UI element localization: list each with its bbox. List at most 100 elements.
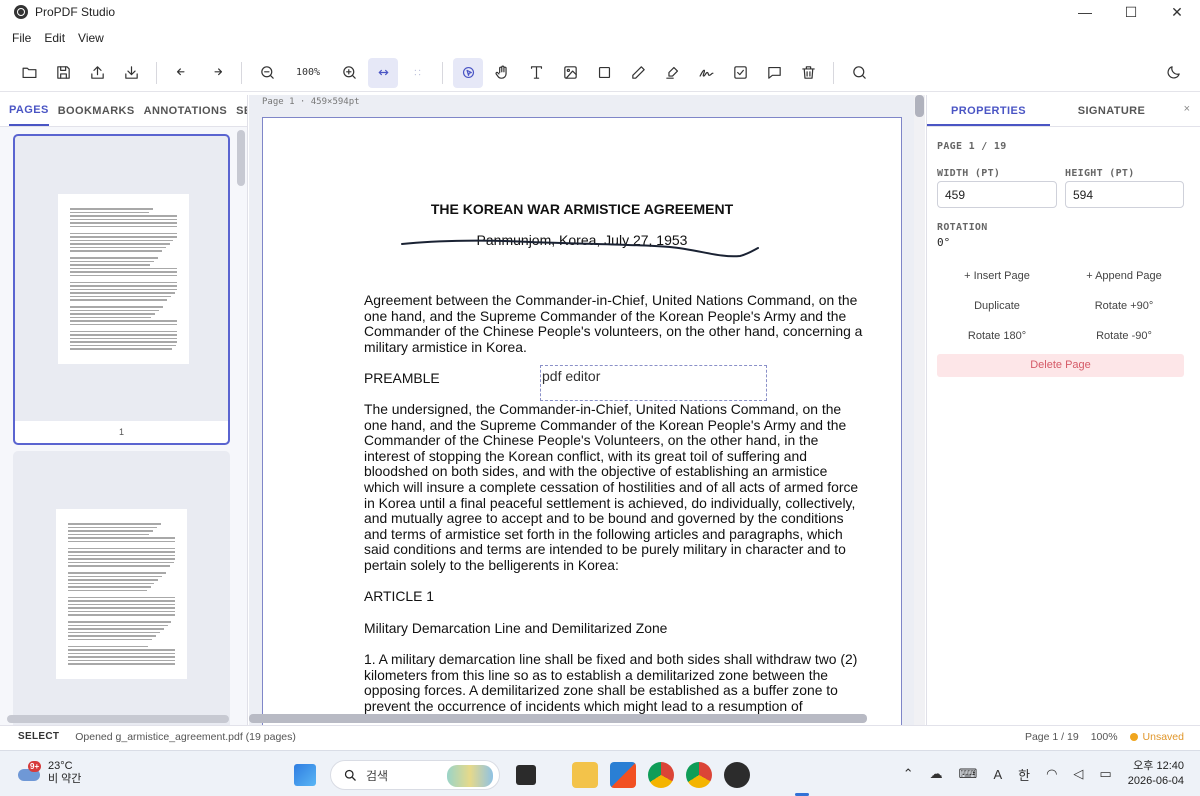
thumbnail-text-line xyxy=(70,316,152,318)
width-field[interactable]: 459 xyxy=(937,181,1057,208)
rectangle-tool-button[interactable] xyxy=(589,58,619,88)
document-horizontal-scrollbar[interactable] xyxy=(249,714,867,723)
redo-icon xyxy=(213,68,222,76)
pencil-tool-button[interactable] xyxy=(623,58,653,88)
redo-button[interactable] xyxy=(201,58,231,88)
comment-tool-button[interactable] xyxy=(759,58,789,88)
temperature: 23°C xyxy=(48,760,73,772)
delete-page-button[interactable]: Delete Page xyxy=(937,354,1184,377)
document-vertical-scrollbar[interactable] xyxy=(915,95,924,117)
highlighter-tool-button[interactable] xyxy=(657,58,687,88)
thumbnail-text-line xyxy=(70,250,162,252)
hand-icon xyxy=(494,65,507,79)
right-panel-tabs: PROPERTIES SIGNATURE × xyxy=(927,95,1200,127)
tab-pages[interactable]: PAGES xyxy=(9,95,49,126)
chrome-profile-icon[interactable] xyxy=(686,762,712,788)
tab-search[interactable]: SEARCH xyxy=(236,96,247,125)
width-label: WIDTH (PT) xyxy=(937,168,1001,179)
thumbnail-text-line xyxy=(70,243,170,245)
insert-page-button[interactable]: + Insert Page xyxy=(937,270,1057,282)
windows-start-icon[interactable] xyxy=(294,764,316,786)
page-thumbnail[interactable]: 1 xyxy=(13,134,230,445)
save-button[interactable] xyxy=(48,58,78,88)
clock[interactable]: 오후 12:40 2026-06-04 xyxy=(1128,759,1184,789)
zoom-in-icon xyxy=(342,66,356,79)
battery-icon[interactable]: ▭ xyxy=(1099,766,1111,782)
thumbnail-text-line xyxy=(70,323,177,325)
file-explorer-icon[interactable] xyxy=(572,762,598,788)
task-view-icon[interactable] xyxy=(516,765,536,785)
image-tool-button[interactable] xyxy=(555,58,585,88)
clock-date: 2026-06-04 xyxy=(1127,775,1184,787)
zoom-in-button[interactable] xyxy=(334,58,364,88)
undo-button[interactable] xyxy=(167,58,197,88)
delete-tool-button[interactable] xyxy=(793,58,823,88)
thumbnail-text-line xyxy=(70,288,177,290)
page-thumbnail[interactable] xyxy=(13,451,230,725)
maximize-button[interactable]: ☐ xyxy=(1108,0,1154,24)
cloud-off-icon[interactable]: ☁ xyxy=(930,766,943,782)
freehand-ink-stroke[interactable] xyxy=(400,236,760,266)
minimize-button[interactable]: — xyxy=(1062,0,1108,24)
height-field[interactable]: 594 xyxy=(1065,181,1184,208)
chevron-up-icon[interactable]: ⌃ xyxy=(903,766,914,782)
share-button[interactable] xyxy=(82,58,112,88)
thumbnail-text-line xyxy=(68,610,175,612)
taskbar-search[interactable]: 검색 xyxy=(330,760,500,790)
tab-properties[interactable]: PROPERTIES xyxy=(927,95,1050,126)
pdf-page[interactable]: THE KOREAN WAR ARMISTICE AGREEMENT Panmu… xyxy=(262,117,902,725)
menu-file[interactable]: File xyxy=(12,31,31,45)
close-panel-icon[interactable]: × xyxy=(1184,103,1190,115)
duplicate-page-button[interactable]: Duplicate xyxy=(937,300,1057,312)
article-paragraph: 1. A military demarcation line shall be … xyxy=(364,651,858,714)
os-taskbar: 9+ 23°C 비 약간 검색 ⌃ ☁ ⌨ A 한 ◠ ◁ ▭ 오후 12:40… xyxy=(0,750,1200,796)
ime-mode-hangul[interactable]: 한 xyxy=(1018,765,1030,784)
left-panel-tabs: PAGES BOOKMARKS ANNOTATIONS SEARCH xyxy=(0,95,247,127)
rotate-plus-90-button[interactable]: Rotate +90° xyxy=(1064,300,1184,312)
close-button[interactable]: ✕ xyxy=(1154,0,1200,24)
thumbnail-text-line xyxy=(68,523,161,525)
chrome-icon[interactable] xyxy=(648,762,674,788)
thumbnail-text-line xyxy=(68,537,175,539)
menu-edit[interactable]: Edit xyxy=(44,31,65,45)
thumbnail-text-line xyxy=(68,652,175,654)
checkbox-tool-button[interactable] xyxy=(725,58,755,88)
menu-view[interactable]: View xyxy=(78,31,104,45)
left-panel-horizontal-scrollbar[interactable] xyxy=(7,715,229,723)
tab-signature[interactable]: SIGNATURE xyxy=(1050,95,1173,126)
left-panel-scrollbar[interactable] xyxy=(237,130,245,186)
volume-icon[interactable]: ◁ xyxy=(1073,766,1083,782)
weather-cloud-icon: 9+ xyxy=(18,761,42,783)
thumbnail-text-line xyxy=(70,271,177,273)
append-page-button[interactable]: + Append Page xyxy=(1064,270,1184,282)
text-tool-button[interactable] xyxy=(521,58,551,88)
theme-toggle-button[interactable] xyxy=(1158,58,1188,88)
microsoft-store-icon[interactable] xyxy=(610,762,636,788)
propdf-studio-taskbar-icon[interactable] xyxy=(724,762,750,788)
comment-icon xyxy=(767,66,781,79)
thumbnail-text-line xyxy=(70,334,177,336)
wifi-icon[interactable]: ◠ xyxy=(1046,766,1057,782)
fit-width-button[interactable] xyxy=(368,57,398,88)
toolbar: 100% xyxy=(0,54,1200,92)
zoom-level[interactable]: 100% xyxy=(284,67,332,78)
tab-bookmarks[interactable]: BOOKMARKS xyxy=(58,96,135,125)
download-button[interactable] xyxy=(116,58,146,88)
keyboard-icon[interactable]: ⌨ xyxy=(959,766,978,782)
select-tool-button[interactable] xyxy=(453,57,483,88)
rotate-minus-90-button[interactable]: Rotate -90° xyxy=(1064,330,1184,342)
status-bar: SELECT Opened g_armistice_agreement.pdf … xyxy=(0,725,1200,747)
zoom-out-button[interactable] xyxy=(252,58,282,88)
fit-page-button[interactable] xyxy=(402,58,432,88)
rotate-180-button[interactable]: Rotate 180° xyxy=(937,330,1057,342)
open-folder-button[interactable] xyxy=(14,58,44,88)
tab-annotations[interactable]: ANNOTATIONS xyxy=(144,96,227,125)
hand-tool-button[interactable] xyxy=(487,58,517,88)
weather-widget[interactable]: 9+ 23°C 비 약간 xyxy=(18,760,81,786)
signature-tool-button[interactable] xyxy=(691,58,721,88)
clock-time: 오후 12:40 xyxy=(1133,760,1184,772)
search-button[interactable] xyxy=(844,58,874,88)
weather-description: 비 약간 xyxy=(48,773,82,785)
text-annotation-box[interactable]: pdf editor xyxy=(540,365,767,401)
ime-mode-a[interactable]: A xyxy=(993,767,1002,782)
